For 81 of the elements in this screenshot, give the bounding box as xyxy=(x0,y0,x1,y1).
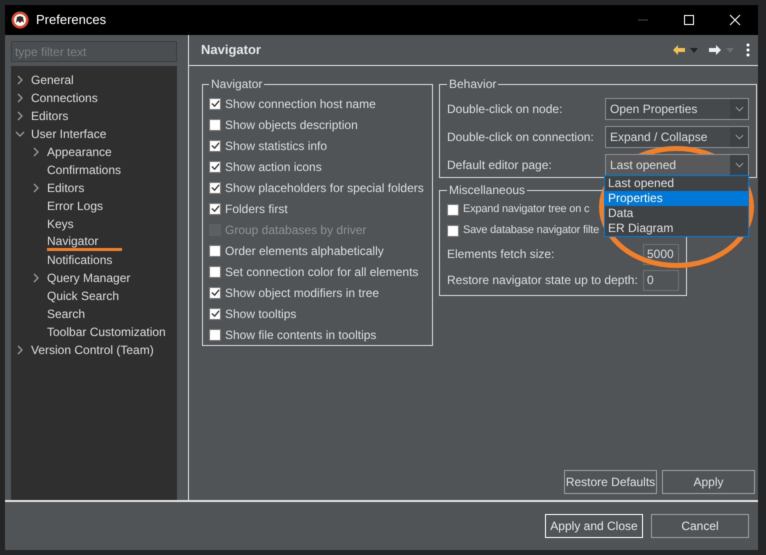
checked-checkbox[interactable] xyxy=(209,286,221,298)
number-field[interactable]: 0 xyxy=(643,270,679,290)
checkbox-label: Save database navigator filte xyxy=(463,223,600,238)
chevron-down-icon xyxy=(734,162,744,168)
expand-chevron-icon[interactable] xyxy=(31,183,41,193)
checkbox-label: Show placeholders for special folders xyxy=(225,180,424,196)
checkbox-label: Show action icons xyxy=(225,158,322,176)
dropdown-option[interactable]: Properties xyxy=(605,191,748,206)
field-label: Restore navigator state up to depth: xyxy=(447,272,639,289)
expand-chevron-icon[interactable] xyxy=(15,111,25,121)
dropdown-field[interactable]: Last opened xyxy=(605,154,749,176)
checkbox-label: Show file contents in tooltips xyxy=(225,326,376,344)
checkbox-label: Show statistics info xyxy=(225,138,328,154)
field-label: Double-click on connection: xyxy=(447,129,595,146)
dropdown-field[interactable]: Open Properties xyxy=(605,98,749,120)
checked-checkbox[interactable] xyxy=(209,308,221,320)
checkbox-label: Set connection color for all elements xyxy=(225,264,418,280)
checked-checkbox[interactable] xyxy=(209,160,221,172)
tree-item[interactable]: Search xyxy=(47,305,86,323)
field-label: Double-click on node: xyxy=(447,101,564,118)
group-title: Navigator xyxy=(210,76,264,93)
field-label: Default editor page: xyxy=(447,157,553,174)
forward-arrow-icon[interactable] xyxy=(708,44,722,56)
expand-chevron-icon[interactable] xyxy=(15,75,25,85)
dropdown-option[interactable]: Data xyxy=(605,206,748,221)
tree-item[interactable]: Query Manager xyxy=(47,269,130,287)
tree-item[interactable]: User Interface xyxy=(31,125,106,143)
tree-item[interactable]: Editors xyxy=(31,107,68,125)
page-title: Navigator xyxy=(201,41,261,60)
tree-item[interactable]: Confirmations xyxy=(47,161,122,179)
button[interactable]: Apply xyxy=(662,470,755,494)
tree-item[interactable]: Notifications xyxy=(47,251,112,269)
number-field[interactable]: 5000 xyxy=(643,244,679,264)
expand-chevron-icon[interactable] xyxy=(15,93,25,103)
checkbox-label: Order elements alphabetically xyxy=(225,242,384,260)
collapse-chevron-icon[interactable] xyxy=(15,129,25,139)
dropdown-option[interactable]: Last opened xyxy=(605,176,748,191)
tree-item[interactable]: Quick Search xyxy=(47,287,120,305)
more-menu-icon[interactable] xyxy=(746,43,750,57)
tree-item[interactable]: Connections xyxy=(31,89,98,107)
checkbox-label: Show object modifiers in tree xyxy=(225,284,380,302)
dropdown-option[interactable]: ER Diagram xyxy=(605,221,748,236)
expand-chevron-icon[interactable] xyxy=(31,273,41,283)
tree-item[interactable]: Navigator xyxy=(47,234,122,250)
tree-item[interactable]: General xyxy=(31,71,74,89)
expand-chevron-icon[interactable] xyxy=(31,147,41,157)
checkbox[interactable] xyxy=(447,224,459,236)
tree-item[interactable]: Editors xyxy=(47,179,84,197)
checkbox[interactable] xyxy=(447,204,459,216)
button[interactable]: Restore Defaults xyxy=(564,470,657,494)
checkbox[interactable] xyxy=(209,328,221,340)
checkbox-label: Show connection host name xyxy=(225,96,376,112)
field-label: Elements fetch size: xyxy=(447,246,556,263)
dropdown-field[interactable]: Expand / Collapse xyxy=(605,126,749,148)
group-title: Behavior xyxy=(448,76,498,93)
app-logo-icon xyxy=(11,11,29,29)
tree-item[interactable]: Keys xyxy=(47,215,74,233)
checkbox-label: Show objects description xyxy=(225,116,358,134)
checkbox-label: Expand navigator tree on c xyxy=(463,202,590,218)
checkbox-label: Show tooltips xyxy=(225,306,296,322)
button[interactable]: Apply and Close xyxy=(545,514,643,538)
checked-checkbox[interactable] xyxy=(209,98,221,110)
chevron-down-icon xyxy=(734,134,744,140)
checked-checkbox[interactable] xyxy=(209,182,221,194)
checkbox-label: Folders first xyxy=(225,200,288,218)
checkbox-label: Group databases by driver xyxy=(225,222,366,238)
checked-checkbox[interactable] xyxy=(209,140,221,152)
tree-item[interactable]: Error Logs xyxy=(47,197,104,215)
group-title: Miscellaneous xyxy=(448,182,526,199)
tree-item[interactable]: Version Control (Team) xyxy=(31,341,154,359)
expand-chevron-icon[interactable] xyxy=(15,345,25,355)
tree-item[interactable]: Appearance xyxy=(47,143,112,161)
window-title: Preferences xyxy=(36,11,106,30)
checkbox[interactable] xyxy=(209,118,221,130)
button[interactable]: Cancel xyxy=(651,514,749,538)
back-arrow-icon[interactable] xyxy=(672,44,686,56)
checkbox[interactable] xyxy=(209,266,221,278)
checkbox[interactable] xyxy=(209,244,221,256)
checked-checkbox[interactable] xyxy=(209,202,221,214)
chevron-down-icon xyxy=(734,106,744,112)
tree-item[interactable]: Toolbar Customization xyxy=(47,323,166,341)
